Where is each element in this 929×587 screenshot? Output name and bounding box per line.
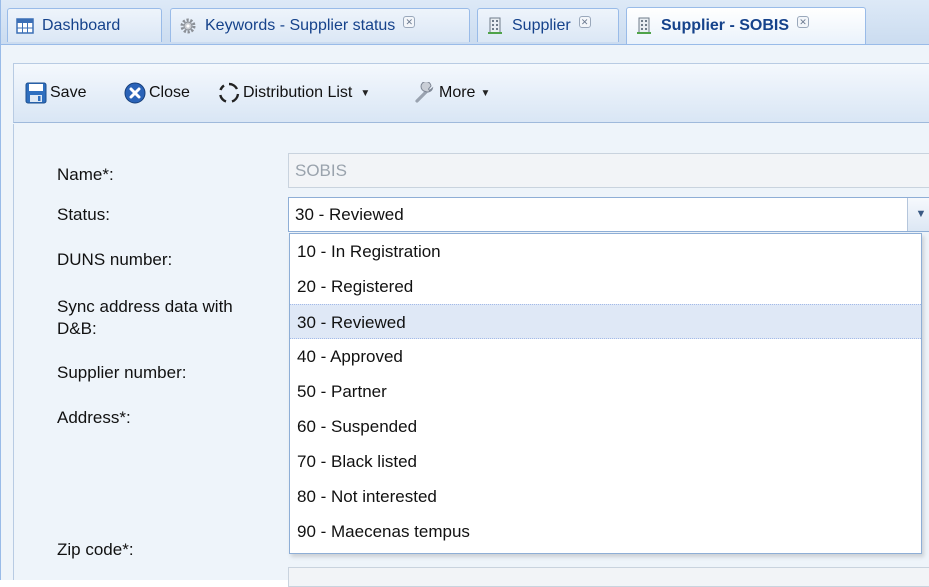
chevron-down-icon: ▼	[480, 87, 491, 99]
status-combobox[interactable]: 30 - Reviewed ▼	[288, 197, 929, 232]
close-label: Close	[149, 84, 190, 101]
save-button[interactable]: Save	[25, 81, 86, 105]
toolbar: Save Close Distribution List ▼ More ▼	[13, 63, 929, 123]
dropdown-trigger-icon[interactable]: ▼	[907, 198, 929, 231]
status-label: Status:	[57, 205, 110, 224]
distribution-list-label: Distribution List	[243, 84, 353, 101]
status-option[interactable]: 20 - Registered	[290, 269, 921, 304]
zip-code-label: Zip code*:	[57, 540, 134, 559]
sync-address-label-line1: Sync address data with	[57, 297, 233, 316]
close-button[interactable]: Close	[124, 81, 190, 105]
close-tab-icon[interactable]: ✕	[797, 16, 810, 28]
sync-address-label-line2: D&B:	[57, 319, 97, 338]
status-option[interactable]: 10 - In Registration	[290, 234, 921, 269]
tab-supplier-sobis[interactable]: Supplier - SOBIS ✕	[626, 7, 866, 44]
status-option[interactable]: 70 - Black listed	[290, 444, 921, 479]
save-label: Save	[50, 84, 87, 101]
duns-number-label: DUNS number:	[57, 250, 173, 269]
status-option[interactable]: 80 - Not interested	[290, 479, 921, 514]
status-value: 30 - Reviewed	[295, 205, 404, 224]
gear-icon	[180, 18, 196, 33]
status-option[interactable]: 60 - Suspended	[290, 409, 921, 444]
building-icon	[488, 17, 502, 34]
more-label: More	[439, 84, 476, 101]
tab-keywords-supplier-status[interactable]: Keywords - Supplier status ✕	[170, 8, 470, 42]
next-field	[288, 567, 929, 587]
tab-label: Supplier - SOBIS	[661, 17, 790, 34]
tab-supplier[interactable]: Supplier ✕	[477, 8, 619, 42]
sync-address-label: Sync address data with D&B:	[57, 296, 233, 340]
close-tab-icon[interactable]: ✕	[403, 15, 416, 28]
chevron-down-icon: ▼	[360, 87, 371, 99]
tab-bar: Dashboard Keywords - Supplier status ✕ S…	[1, 0, 929, 45]
address-label: Address*:	[57, 408, 131, 427]
wrench-icon	[415, 82, 434, 103]
more-button[interactable]: More ▼	[414, 81, 490, 105]
refresh-circle-icon	[219, 82, 240, 103]
tab-label: Dashboard	[42, 16, 121, 34]
status-dropdown-list: 10 - In Registration 20 - Registered 30 …	[289, 233, 922, 554]
app-frame: Dashboard Keywords - Supplier status ✕ S…	[0, 0, 929, 587]
name-field: SOBIS	[288, 153, 929, 188]
building-icon	[637, 17, 651, 34]
save-icon	[25, 82, 47, 104]
status-option[interactable]: 50 - Partner	[290, 374, 921, 409]
status-option-selected[interactable]: 30 - Reviewed	[290, 304, 921, 339]
status-option[interactable]: 90 - Maecenas tempus	[290, 514, 921, 549]
name-label: Name*:	[57, 165, 114, 184]
supplier-number-label: Supplier number:	[57, 363, 187, 382]
distribution-list-button[interactable]: Distribution List ▼	[218, 81, 370, 105]
tab-label: Supplier	[512, 16, 571, 34]
grid-icon	[16, 17, 34, 34]
tab-dashboard[interactable]: Dashboard	[7, 8, 162, 42]
tab-label: Keywords - Supplier status	[205, 16, 396, 34]
status-option[interactable]: 40 - Approved	[290, 339, 921, 374]
close-tab-icon[interactable]: ✕	[578, 15, 591, 28]
close-circle-icon	[124, 82, 146, 104]
